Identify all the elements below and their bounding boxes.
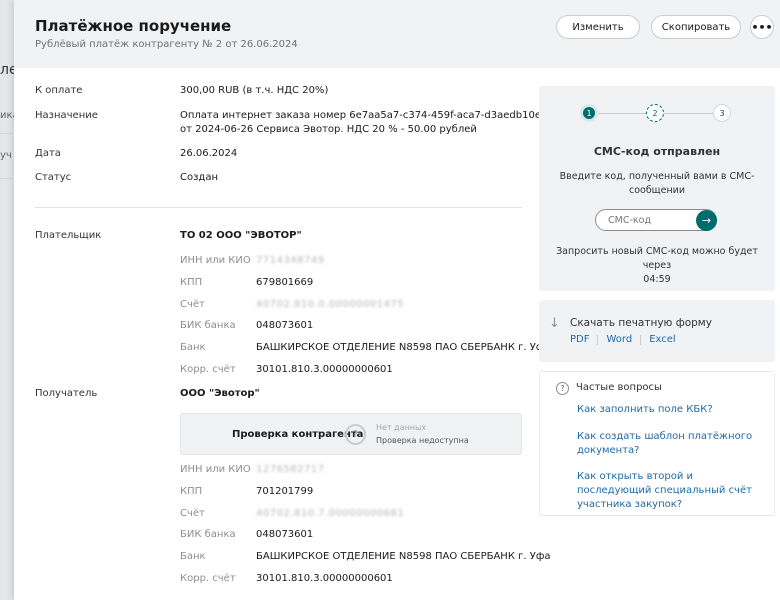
recipient-bik-value: 048073601 <box>256 529 314 540</box>
recipient-corr-label: Корр. счёт <box>180 573 236 584</box>
payer-bank-label: Банк <box>180 342 206 353</box>
recipient-name: ООО "Эвотор" <box>180 388 260 399</box>
payer-label: Плательщик <box>35 230 102 241</box>
download-excel-link[interactable]: Excel <box>649 334 676 345</box>
payer-inn-value: 7714348749 <box>256 255 325 266</box>
divider <box>0 178 14 179</box>
stepper-line <box>664 113 715 114</box>
counterparty-check[interactable]: Проверка контрагента ? Нет данных Провер… <box>180 413 522 455</box>
recipient-inn-value: 1276582717 <box>256 464 325 475</box>
download-icon: ↓ <box>549 316 560 331</box>
recipient-kpp-label: КПП <box>180 486 203 497</box>
payer-name: ТО 02 ООО "ЭВОТОР" <box>180 230 302 241</box>
copy-button[interactable]: Скопировать <box>651 15 741 39</box>
payer-inn-label: ИНН или КИО <box>180 255 251 266</box>
divider <box>640 334 642 345</box>
background-fragment: ле <box>0 62 14 78</box>
purpose-value-line1: Оплата интернет заказа номер 6e7aa5a7-c3… <box>180 110 560 121</box>
recipient-account-value: 40702.810.7.00000000681 <box>256 508 405 519</box>
page-title: Платёжное поручение <box>35 17 232 35</box>
purpose-value-line2: от 2024-06-26 Сервиса Эвотор. НДС 20 % -… <box>180 124 477 135</box>
recipient-bik-label: БИК банка <box>180 529 236 540</box>
divider <box>597 334 599 345</box>
amount-label: К оплате <box>35 85 83 96</box>
date-value: 26.06.2024 <box>180 148 238 159</box>
download-title: Скачать печатную форму <box>570 317 712 329</box>
sms-resend-timer: 04:59 <box>643 274 671 285</box>
payer-corr-value: 30101.810.3.00000000601 <box>256 364 393 375</box>
faq-link-template[interactable]: Как создать шаблон платёжного документа? <box>577 430 767 458</box>
background-fragment: уч <box>0 150 12 161</box>
payer-account-value: 40702.810.0.00000001475 <box>256 299 405 310</box>
payer-bik-value: 048073601 <box>256 320 314 331</box>
sms-status-title: СМС-код отправлен <box>593 145 721 158</box>
submit-arrow-icon[interactable]: → <box>696 210 717 231</box>
step-1-indicator: 1 <box>580 104 598 122</box>
status-label: Статус <box>35 172 72 183</box>
recipient-bank-value: БАШКИРСКОЕ ОТДЕЛЕНИЕ N8598 ПАО СБЕРБАНК … <box>256 551 551 562</box>
page-subtitle: Рублёвый платёж контрагенту № 2 от 26.06… <box>35 39 298 50</box>
download-card: ↓ Скачать печатную форму PDF Word Excel <box>539 300 775 362</box>
status-value: Создан <box>180 172 218 183</box>
counterparty-check-title: Проверка контрагента <box>232 429 364 440</box>
date-label: Дата <box>35 148 61 159</box>
download-pdf-link[interactable]: PDF <box>570 334 589 345</box>
faq-link-kbk[interactable]: Как заполнить поле КБК? <box>577 403 767 417</box>
payer-corr-label: Корр. счёт <box>180 364 236 375</box>
sms-confirmation-card: 1 2 3 СМС-код отправлен Введите код, пол… <box>539 86 775 291</box>
panel-header: Платёжное поручение Рублёвый платёж конт… <box>14 0 780 68</box>
more-options-icon[interactable]: ••• <box>750 15 774 39</box>
payer-kpp-label: КПП <box>180 277 203 288</box>
step-3-indicator: 3 <box>713 104 731 122</box>
payer-bank-value: БАШКИРСКОЕ ОТДЕЛЕНИЕ N8598 ПАО СБЕРБАНК … <box>256 342 551 353</box>
payer-bik-label: БИК банка <box>180 320 236 331</box>
step-2-indicator: 2 <box>646 104 664 122</box>
faq-title: Частые вопросы <box>576 382 662 393</box>
divider <box>35 207 522 208</box>
recipient-account-label: Счёт <box>180 508 205 519</box>
amount-value: 300,00 RUB (в т.ч. НДС 20%) <box>180 85 329 96</box>
edit-button[interactable]: Изменить <box>556 15 640 39</box>
check-nodata-text: Нет данных <box>376 423 427 432</box>
purpose-label: Назначение <box>35 110 98 121</box>
background-fragment: ика <box>0 110 14 121</box>
sms-resend-info: Запросить новый СМС-код можно будет чере… <box>545 245 769 287</box>
payer-account-label: Счёт <box>180 299 205 310</box>
check-unavailable-text: Проверка недоступна <box>376 436 469 445</box>
download-format-links: PDF Word Excel <box>570 334 676 345</box>
sms-hint: Введите код, полученный вами в СМС-сообщ… <box>559 171 755 196</box>
faq-card: ? Частые вопросы Как заполнить поле КБК?… <box>539 371 775 516</box>
faq-link-special-account[interactable]: Как открыть второй и последующий специал… <box>577 470 767 512</box>
recipient-inn-label: ИНН или КИО <box>180 464 251 475</box>
recipient-bank-label: Банк <box>180 551 206 562</box>
background-page: ле ика уч <box>0 0 14 600</box>
recipient-corr-value: 30101.810.3.00000000601 <box>256 573 393 584</box>
payment-order-panel: Платёжное поручение Рублёвый платёж конт… <box>14 0 780 600</box>
recipient-kpp-value: 701201799 <box>256 486 314 497</box>
divider <box>0 133 14 134</box>
question-icon: ? <box>556 382 569 395</box>
question-icon: ? <box>345 424 366 445</box>
payer-kpp-value: 679801669 <box>256 277 314 288</box>
stepper-line <box>598 113 648 114</box>
sms-resend-text: Запросить новый СМС-код можно будет чере… <box>556 246 758 271</box>
recipient-label: Получатель <box>35 388 98 399</box>
download-word-link[interactable]: Word <box>606 334 632 345</box>
